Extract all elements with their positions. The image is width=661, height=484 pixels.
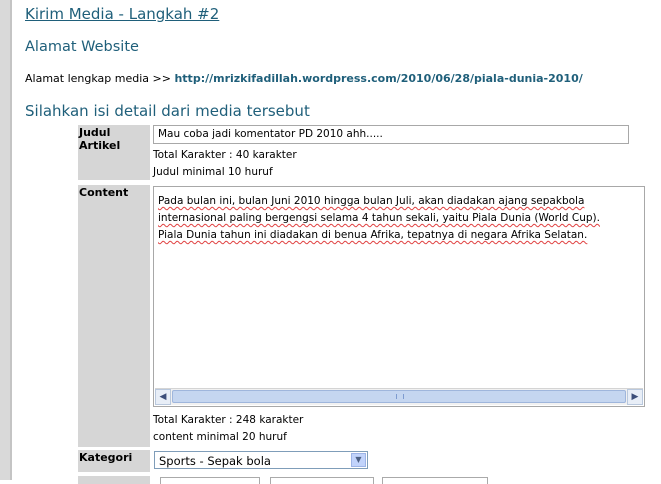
left-gutter <box>0 0 12 480</box>
judul-label-cell: Judul Artikel <box>78 125 150 180</box>
content-horizontal-scrollbar[interactable]: ◀ ▶ <box>155 388 643 405</box>
website-section-heading: Alamat Website <box>25 39 139 55</box>
kategori-select[interactable]: Sports - Sepak bola ▼ <box>154 451 368 469</box>
judul-label: Judul Artikel <box>79 126 121 152</box>
content-char-count: Total Karakter : 248 karakter <box>153 414 304 426</box>
content-label: Content <box>79 186 129 199</box>
content-label-cell: Content <box>78 185 150 447</box>
chevron-left-icon[interactable]: ◀ <box>155 389 171 405</box>
next-row-field-3[interactable] <box>382 477 488 484</box>
url-prefix: Alamat lengkap media >> <box>25 72 171 85</box>
kategori-label: Kategori <box>79 451 133 464</box>
website-url-link[interactable]: http://mrizkifadillah.wordpress.com/2010… <box>174 72 582 85</box>
kategori-selected-value: Sports - Sepak bola <box>159 454 271 468</box>
detail-section-heading: Silahkan isi detail dari media tersebut <box>25 102 310 120</box>
content-textarea[interactable]: Pada bulan ini, bulan Juni 2010 hingga b… <box>153 186 645 407</box>
content-min-hint: content minimal 20 huruf <box>153 431 287 443</box>
url-line: Alamat lengkap media >> http://mrizkifad… <box>25 72 583 85</box>
content-text: Pada bulan ini, bulan Juni 2010 hingga b… <box>158 193 618 244</box>
page-title-link[interactable]: Kirim Media - Langkah #2 <box>25 5 219 23</box>
scrollbar-thumb[interactable] <box>172 390 626 403</box>
judul-input[interactable]: Mau coba jadi komentator PD 2010 ahh....… <box>153 125 629 144</box>
next-row-label-cell <box>78 476 150 484</box>
chevron-down-icon[interactable]: ▼ <box>351 453 366 467</box>
next-row-field-1[interactable] <box>160 477 260 484</box>
next-row-field-2[interactable] <box>270 477 374 484</box>
chevron-right-icon[interactable]: ▶ <box>627 389 643 405</box>
judul-char-count: Total Karakter : 40 karakter <box>153 149 297 161</box>
content-text-value: Pada bulan ini, bulan Juni 2010 hingga b… <box>158 195 600 241</box>
judul-min-hint: Judul minimal 10 huruf <box>153 166 273 178</box>
kategori-label-cell: Kategori <box>78 450 150 472</box>
